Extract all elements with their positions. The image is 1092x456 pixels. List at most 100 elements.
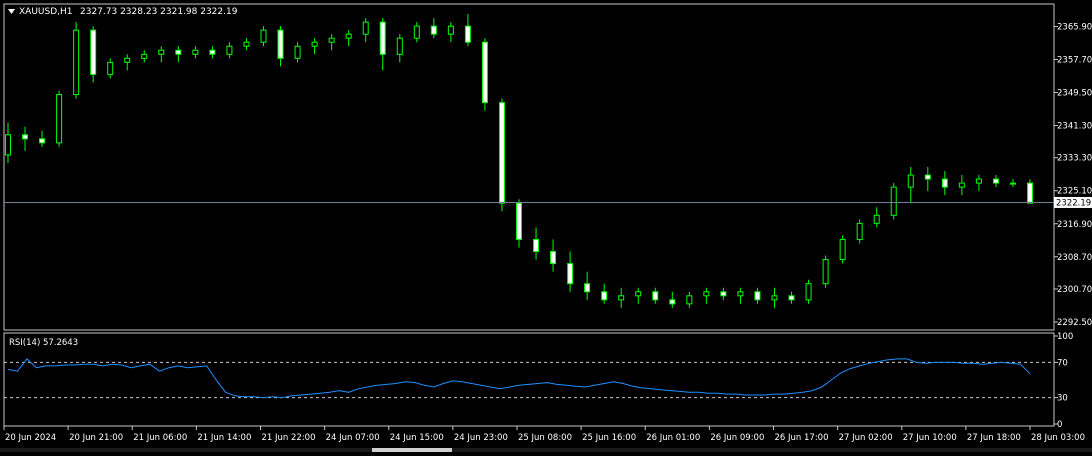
candle-body [277,29,284,59]
price-tick-label: 2341.30 [1057,122,1092,132]
time-tick-label: 25 Jun 16:00 [582,433,636,443]
ohlc-values: 2327.73 2328.23 2321.98 2322.19 [80,7,238,17]
candle-body [73,29,80,96]
candle-body [873,214,880,224]
time-tick-label: 20 Jun 21:00 [69,433,123,443]
candle-body [362,21,369,35]
candle-body [22,134,29,140]
candle-body [311,41,318,47]
time-tick-label: 28 Jun 03:00 [1031,433,1085,443]
candle-body [992,178,999,184]
candle-body [941,178,948,188]
candle-body [516,202,522,240]
rsi-axis: 100 70 30 0 [4,332,1073,430]
time-tick-label: 21 Jun 06:00 [133,433,187,443]
price-tick-label: 2357.70 [1057,56,1092,66]
rsi-tick-label: 0 [1057,420,1062,430]
time-tick-label: 24 Jun 15:00 [390,433,444,443]
candle-body [260,29,267,43]
candle-body [396,37,403,55]
candle-body [209,49,216,55]
candle-body [635,291,642,297]
time-tick-label: 26 Jun 17:00 [775,433,829,443]
candle-body [618,295,625,301]
time-tick-label: 26 Jun 01:00 [646,433,700,443]
candle-body [890,186,897,216]
candle-body [158,49,165,55]
candle-body [839,238,846,261]
candle-body [601,291,608,301]
symbol-label: XAUUSD,H1 [19,7,73,17]
candle-body [805,283,812,301]
candle-body [907,174,914,188]
chart-window[interactable]: 2365.90 2357.70 2349.50 2341.30 2333.30 2325.… [0,0,1092,452]
candle-body [567,263,574,285]
candle-body [345,33,352,39]
time-tick-label: 27 Jun 02:00 [839,433,893,443]
rsi-panel-frame [3,332,1055,427]
time-tick-label: 24 Jun 07:00 [326,433,380,443]
bottom-scroll-strip[interactable] [0,448,1092,452]
time-tick-label: 26 Jun 09:00 [710,433,764,443]
candle-body [107,61,114,75]
candle-body [975,178,982,184]
time-tick-label: 21 Jun 14:00 [197,433,251,443]
candle-body [533,238,540,253]
candlestick-series [5,14,1033,308]
candle-body [328,37,335,43]
candle-body [39,138,46,144]
candle-body [703,291,710,297]
time-tick-label: 24 Jun 23:00 [454,433,508,443]
candle-body [1027,182,1033,204]
price-tick-label: 2300.70 [1057,285,1092,295]
price-tick-label: 2365.90 [1057,23,1092,33]
candle-body [856,222,863,240]
rsi-label: RSI(14) 57.2643 [9,338,78,348]
candle-body [958,182,965,188]
time-axis: 20 Jun 2024 20 Jun 21:00 21 Jun 06:00 21 Ju… [3,426,1085,443]
candle-body [669,299,676,305]
candle-body [90,29,97,75]
candle-body [464,25,471,43]
scroll-thumb[interactable] [372,448,452,452]
price-tick-label: 2292.50 [1057,318,1092,328]
candle-body [192,49,199,55]
rsi-series [7,358,1031,399]
triangle-down-icon[interactable] [8,9,15,14]
candle-body [1009,182,1016,185]
candle-body [430,25,437,35]
candle-body [124,57,131,63]
candle-body [481,41,488,104]
rsi-tick-label: 100 [1057,332,1073,342]
candle-body [924,174,931,180]
candle-body [550,251,557,265]
price-tick-label: 2325.10 [1057,187,1092,197]
price-tick-label: 2316.90 [1057,220,1092,230]
candle-body [447,25,454,35]
candle-body [720,291,727,297]
candle-body [788,295,795,301]
candle-body [5,134,11,156]
candle-body [754,291,761,301]
candle-body [822,259,829,285]
rsi-tick-label: 70 [1057,358,1068,368]
candle-body [56,94,63,144]
candle-body [379,21,386,55]
candle-body [652,291,659,301]
candle-body [294,45,301,59]
candle-body [771,295,778,301]
price-axis: 2365.90 2357.70 2349.50 2341.30 2333.30 2325.… [1054,23,1092,328]
time-tick-label: 21 Jun 22:00 [262,433,316,443]
price-tick-label: 2333.30 [1057,154,1092,164]
candle-body [141,53,148,59]
candle-body [498,102,505,204]
candle-body [226,45,233,55]
candle-body [243,41,250,47]
candle-body [737,291,744,297]
candle-body [413,25,420,39]
chart-canvas[interactable]: 2365.90 2357.70 2349.50 2341.30 2333.30 2325.… [0,0,1092,452]
current-price-label: 2322.19 [1056,198,1091,208]
time-tick-label: 27 Jun 10:00 [903,433,957,443]
price-tick-label: 2349.50 [1057,89,1092,99]
rsi-line [7,358,1031,399]
